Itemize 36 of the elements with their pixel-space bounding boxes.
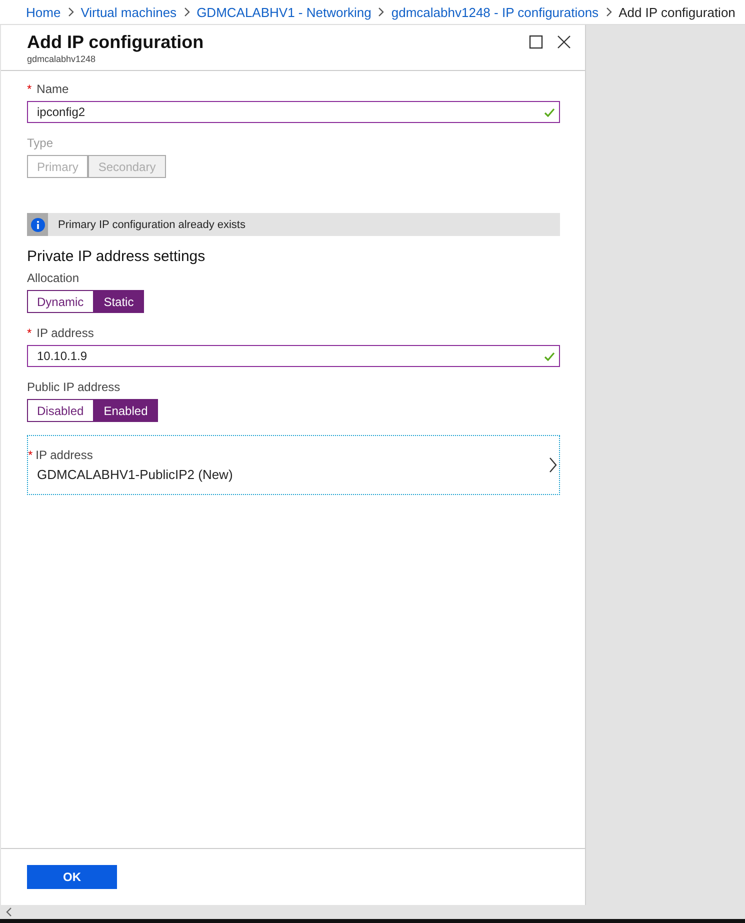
text-field[interactable]: ipconfig2 <box>27 101 560 123</box>
text-field[interactable]: 10.10.1.9 <box>27 345 560 367</box>
chevron-icon <box>604 7 613 17</box>
blade-subtitle: gdmcalabhv1248 <box>27 54 97 64</box>
maximize-icon[interactable] <box>529 35 543 49</box>
toggle-option[interactable]: Enabled <box>94 399 158 422</box>
field-label: Name <box>36 82 69 96</box>
field-label: IP address <box>36 448 93 462</box>
breadcrumb-link[interactable]: Add IP configuration <box>618 4 736 20</box>
ok-button[interactable]: OK <box>27 865 117 889</box>
breadcrumb-link[interactable]: gdmcalabhv1248 - IP configurations <box>391 4 599 20</box>
required-asterisk: * <box>27 326 32 340</box>
breadcrumb-link[interactable]: Home <box>26 4 61 20</box>
picker-field[interactable]: * IP address GDMCALABHV1-PublicIP2 (New) <box>27 435 560 495</box>
toggle-option[interactable]: Static <box>94 290 144 313</box>
section-heading: Private IP address settings <box>27 248 206 265</box>
chevron-icon <box>377 7 386 17</box>
picker-value: GDMCALABHV1-PublicIP2 (New) <box>36 467 233 482</box>
info-text: Primary IP configuration already exists <box>58 218 246 230</box>
info-icon <box>30 218 44 232</box>
breadcrumb-link[interactable]: GDMCALABHV1 - Networking <box>196 4 372 20</box>
blade-title: Add IP configuration <box>27 32 204 53</box>
close-icon[interactable] <box>557 35 571 49</box>
field-label: Type <box>27 136 54 150</box>
required-asterisk: * <box>28 448 33 462</box>
field-label: IP address <box>36 326 94 340</box>
field-label: Public IP address <box>27 380 120 394</box>
chevron-icon <box>182 7 191 17</box>
toggle-option[interactable]: Disabled <box>27 399 94 422</box>
required-asterisk: * <box>27 82 32 96</box>
chevron-icon <box>66 7 75 17</box>
chevron-icon <box>549 457 557 473</box>
field-label: Allocation <box>27 271 80 285</box>
toggle-option[interactable]: Dynamic <box>27 290 94 313</box>
scroll-left-icon[interactable] <box>5 907 12 917</box>
breadcrumb-link[interactable]: Virtual machines <box>80 4 177 20</box>
